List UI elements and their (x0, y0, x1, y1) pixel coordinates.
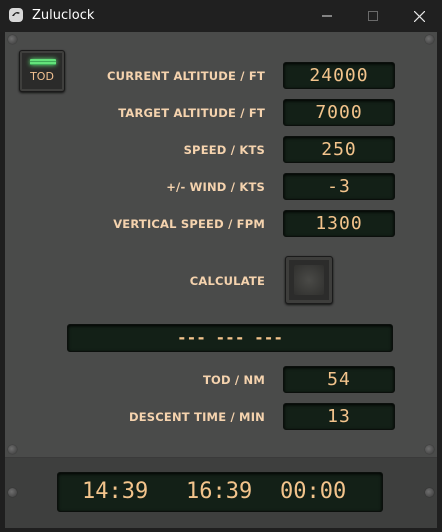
speed-label: SPEED / KTS (183, 143, 265, 157)
maximize-icon (368, 11, 378, 21)
calculate-label: CALCULATE (189, 274, 265, 288)
screw-icon (425, 488, 434, 497)
tod-button[interactable]: TOD (19, 50, 65, 92)
calculate-button-face (294, 265, 324, 295)
tod-nm-display: 54 (283, 366, 395, 393)
close-button[interactable] (396, 0, 442, 32)
zuluclock-app-icon (9, 8, 23, 22)
clock-strip: 14:39 16:39 00:00 (5, 458, 437, 528)
wind-label: +/- WIND / KTS (166, 180, 265, 194)
vertical-speed-label: VERTICAL SPEED / FPM (113, 217, 265, 231)
clock-time-1: 14:39 (82, 479, 149, 504)
clock-time-3: 00:00 (280, 479, 347, 504)
maximize-button[interactable] (350, 0, 396, 32)
tod-indicator-led (30, 59, 56, 65)
clock-display: 14:39 16:39 00:00 (57, 472, 383, 512)
minimize-icon (322, 15, 332, 17)
descent-time-label: DESCENT TIME / MIN (128, 410, 265, 424)
tod-button-label: TOD (30, 70, 54, 83)
target-altitude-display[interactable]: 7000 (283, 99, 395, 126)
speed-display[interactable]: 250 (283, 136, 395, 163)
clock-time-2: 16:39 (186, 479, 253, 504)
main-panel: TOD CURRENT ALTITUDE / FT 24000 TARGET A… (5, 32, 437, 458)
tod-nm-label: TOD / NM (202, 373, 265, 387)
target-altitude-label: TARGET ALTITUDE / FT (118, 106, 265, 120)
descent-time-display: 13 (283, 403, 395, 430)
window-title: Zuluclock (32, 8, 95, 23)
current-altitude-display[interactable]: 24000 (283, 62, 395, 89)
wind-display[interactable]: -3 (283, 173, 395, 200)
current-altitude-label: CURRENT ALTITUDE / FT (107, 69, 265, 83)
calculate-button[interactable] (285, 256, 333, 304)
title-bar: Zuluclock (0, 0, 442, 32)
screw-icon (8, 35, 17, 44)
close-icon (413, 10, 425, 22)
screw-icon (8, 488, 17, 497)
screw-icon (425, 35, 434, 44)
screw-icon (425, 445, 434, 454)
vertical-speed-display[interactable]: 1300 (283, 210, 395, 237)
screw-icon (8, 445, 17, 454)
result-display: --- --- --- (67, 324, 393, 352)
minimize-button[interactable] (304, 0, 350, 32)
